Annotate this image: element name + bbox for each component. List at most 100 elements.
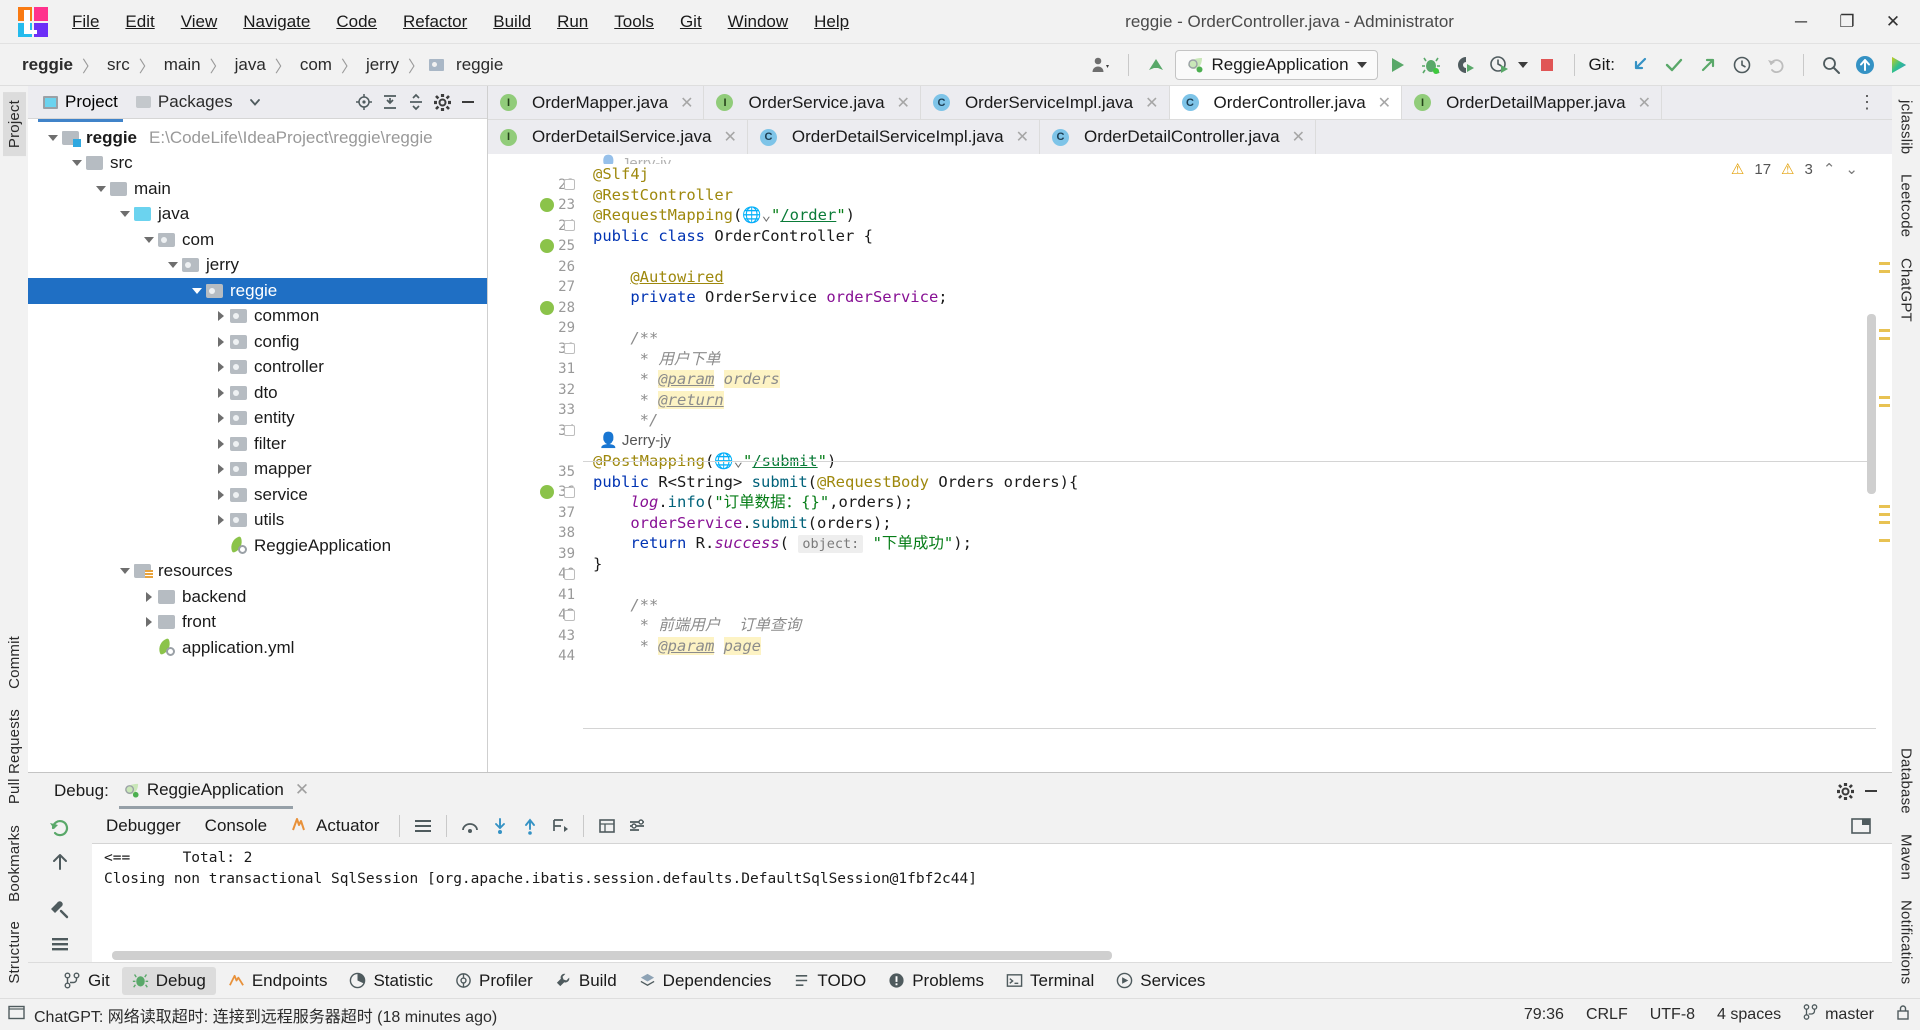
search-everywhere-icon[interactable] xyxy=(1816,50,1846,80)
maximize-button[interactable]: ❐ xyxy=(1824,0,1870,44)
chevron-up-icon[interactable]: ⌃ xyxy=(1823,160,1836,178)
chevron-down-icon[interactable] xyxy=(68,160,86,166)
mute-breakpoints-icon[interactable] xyxy=(47,897,73,923)
breadcrumb-main[interactable]: main xyxy=(160,53,205,77)
chevron-down-icon[interactable] xyxy=(242,89,268,115)
code-folding-marker[interactable] xyxy=(564,343,575,354)
close-icon[interactable]: ✕ xyxy=(724,127,737,147)
tree-item-reggie[interactable]: reggieE:\CodeLife\IdeaProject\reggie\reg… xyxy=(28,125,487,151)
menu-view[interactable]: View xyxy=(169,8,230,36)
editor-tab-orderservice[interactable]: IOrderService.java✕ xyxy=(704,86,920,119)
git-commit-icon[interactable] xyxy=(1659,50,1689,80)
sidebar-item-project[interactable]: Project xyxy=(3,92,26,156)
debug-console-output[interactable]: <== Total: 2 Closing non transactional S… xyxy=(92,843,1892,962)
line-number-gutter[interactable]: 2223242526272829303132333435363738394041… xyxy=(488,154,583,772)
breadcrumb-com[interactable]: com xyxy=(296,53,336,77)
tab-debugger[interactable]: Debugger xyxy=(96,812,191,840)
autowired-icon[interactable] xyxy=(540,301,554,315)
bean-icon[interactable] xyxy=(540,239,554,253)
editor-marker-strip[interactable] xyxy=(1876,154,1892,772)
chevron-down-icon[interactable] xyxy=(188,288,206,294)
tool-window-button-todo[interactable]: TODO xyxy=(783,967,876,995)
sidebar-item-commit[interactable]: Commit xyxy=(3,628,26,697)
menu-build[interactable]: Build xyxy=(481,8,543,36)
tree-item-front[interactable]: front xyxy=(28,610,487,636)
close-icon[interactable]: ✕ xyxy=(1292,127,1305,147)
chevron-down-icon[interactable]: ⌄ xyxy=(1845,160,1858,178)
tree-item-reggieapplication[interactable]: ReggieApplication xyxy=(28,533,487,559)
code-folding-marker[interactable] xyxy=(564,569,575,580)
menu-help[interactable]: Help xyxy=(802,8,861,36)
run-to-cursor-icon[interactable] xyxy=(547,813,573,839)
sidebar-item-leetcode[interactable]: Leetcode xyxy=(1895,166,1918,245)
chevron-right-icon[interactable] xyxy=(212,337,230,347)
indent-setting[interactable]: 4 spaces xyxy=(1717,1006,1781,1024)
tree-item-application-yml[interactable]: application.yml xyxy=(28,635,487,661)
chevron-down-icon[interactable] xyxy=(164,262,182,268)
editor-tab-orderdetailmapper[interactable]: IOrderDetailMapper.java✕ xyxy=(1402,86,1662,119)
menu-code[interactable]: Code xyxy=(324,8,389,36)
breadcrumb-reggie[interactable]: reggie xyxy=(18,53,77,77)
chevron-right-icon[interactable] xyxy=(212,464,230,474)
tree-item-controller[interactable]: controller xyxy=(28,355,487,381)
editor-tab-orderdetailservice[interactable]: IOrderDetailService.java✕ xyxy=(488,120,748,154)
chevron-right-icon[interactable] xyxy=(140,592,158,602)
tree-item-backend[interactable]: backend xyxy=(28,584,487,610)
caret-position[interactable]: 79:36 xyxy=(1524,1006,1564,1024)
sidebar-item-notifications[interactable]: Notifications xyxy=(1895,892,1918,992)
upload-icon[interactable] xyxy=(1850,50,1880,80)
tool-window-button-profiler[interactable]: Profiler xyxy=(445,967,543,995)
tree-item-mapper[interactable]: mapper xyxy=(28,457,487,483)
tab-actuator[interactable]: Actuator xyxy=(281,812,389,841)
run-icon[interactable] xyxy=(1382,50,1412,80)
chevron-right-icon[interactable] xyxy=(140,617,158,627)
tool-window-button-services[interactable]: Services xyxy=(1106,967,1215,995)
breadcrumb-src[interactable]: src xyxy=(103,53,134,77)
tree-item-jerry[interactable]: jerry xyxy=(28,253,487,279)
hide-panel-icon[interactable] xyxy=(455,89,481,115)
chevron-right-icon[interactable] xyxy=(212,515,230,525)
line-separator[interactable]: CRLF xyxy=(1586,1006,1628,1024)
menu-git[interactable]: Git xyxy=(668,8,714,36)
chevron-down-icon[interactable] xyxy=(44,135,62,141)
tree-item-com[interactable]: com xyxy=(28,227,487,253)
tool-window-button-build[interactable]: Build xyxy=(545,967,627,995)
menu-file[interactable]: File xyxy=(60,8,111,36)
close-icon[interactable]: ✕ xyxy=(897,93,910,113)
close-icon[interactable]: ✕ xyxy=(1016,127,1029,147)
minimize-button[interactable]: ─ xyxy=(1778,0,1824,44)
debug-session-tab[interactable]: ReggieApplication ✕ xyxy=(123,780,309,803)
chevron-down-icon[interactable] xyxy=(140,237,158,243)
project-tree[interactable]: reggieE:\CodeLife\IdeaProject\reggie\reg… xyxy=(28,119,487,772)
close-icon[interactable]: ✕ xyxy=(295,780,309,800)
stop-icon[interactable] xyxy=(1532,50,1562,80)
close-icon[interactable]: ✕ xyxy=(1638,93,1651,113)
rerun-icon[interactable] xyxy=(47,815,73,841)
ide-feature-icon[interactable] xyxy=(1884,50,1914,80)
git-history-icon[interactable] xyxy=(1727,50,1757,80)
sidebar-item-structure[interactable]: Structure xyxy=(3,913,26,992)
editor-tab-ordercontroller[interactable]: COrderController.java✕ xyxy=(1170,86,1403,119)
editor-tab-ordermapper[interactable]: IOrderMapper.java✕ xyxy=(488,86,704,119)
update-project-icon[interactable] xyxy=(1141,50,1171,80)
menu-run[interactable]: Run xyxy=(545,8,600,36)
chevron-down-icon[interactable] xyxy=(92,186,110,192)
run-configuration-selector[interactable]: ReggieApplication xyxy=(1175,50,1378,80)
console-horizontal-scrollbar[interactable] xyxy=(92,951,1892,960)
collapse-all-icon[interactable] xyxy=(403,89,429,115)
sidebar-item-database[interactable]: Database xyxy=(1895,740,1918,822)
tool-window-button-problems[interactable]: Problems xyxy=(878,967,994,995)
file-encoding[interactable]: UTF-8 xyxy=(1650,1006,1695,1024)
settings-icon[interactable] xyxy=(624,813,650,839)
hide-panel-icon[interactable] xyxy=(1858,778,1884,804)
sidebar-item-bookmarks[interactable]: Bookmarks xyxy=(3,817,26,910)
menu-refactor[interactable]: Refactor xyxy=(391,8,479,36)
menu-edit[interactable]: Edit xyxy=(113,8,166,36)
user-icon[interactable] xyxy=(1086,50,1116,80)
profile-icon[interactable] xyxy=(1484,50,1514,80)
step-into-icon[interactable] xyxy=(487,813,513,839)
layout-icon[interactable] xyxy=(410,813,436,839)
step-over-icon[interactable] xyxy=(457,813,483,839)
tab-console[interactable]: Console xyxy=(195,812,277,840)
tree-item-java[interactable]: java xyxy=(28,202,487,228)
